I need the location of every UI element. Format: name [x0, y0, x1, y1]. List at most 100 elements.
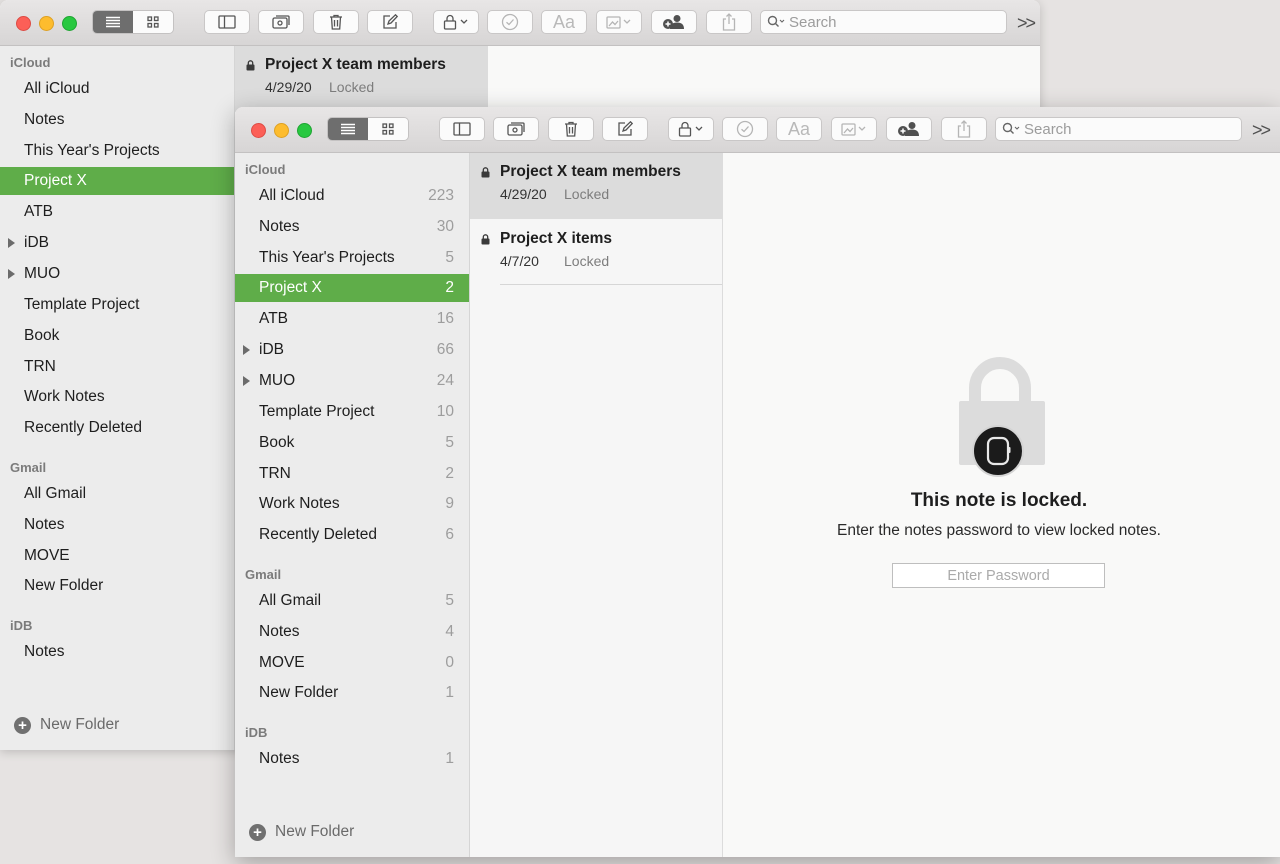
- more-toolbar-items-icon[interactable]: >>: [1252, 120, 1271, 141]
- sidebar-item-atb[interactable]: ATB 16: [235, 305, 469, 333]
- compose-icon: [618, 121, 633, 136]
- sidebar-item-move[interactable]: MOVE 0: [235, 649, 469, 677]
- sidebar-item-idb-notes[interactable]: Notes: [0, 638, 234, 666]
- new-folder-button[interactable]: + New Folder: [249, 823, 354, 841]
- list-item[interactable]: Project X team members 4/29/20 Locked: [235, 46, 487, 112]
- list-view-button[interactable]: [328, 118, 368, 140]
- sidebar-item-all-gmail[interactable]: All Gmail 5: [235, 587, 469, 615]
- sidebar-item-project-x[interactable]: Project X: [0, 167, 234, 195]
- folder-count: 30: [436, 218, 454, 235]
- sidebar-item-all-icloud[interactable]: All iCloud: [0, 75, 234, 103]
- sidebar-item-this-years-projects[interactable]: This Year's Projects 5: [235, 244, 469, 272]
- sidebar-item-template-project[interactable]: Template Project: [0, 291, 234, 319]
- plus-icon: +: [249, 823, 266, 841]
- checklist-button[interactable]: [722, 117, 768, 141]
- add-people-button[interactable]: [886, 117, 932, 141]
- sidebar-item-atb[interactable]: ATB: [0, 198, 234, 226]
- media-menu-button[interactable]: [596, 10, 642, 34]
- disclosure-triangle-icon[interactable]: [243, 376, 250, 386]
- new-note-button[interactable]: [367, 10, 413, 34]
- sidebar-item-idb[interactable]: iDB: [0, 229, 234, 257]
- sidebar-item-recently-deleted[interactable]: Recently Deleted: [0, 414, 234, 442]
- password-input[interactable]: [892, 563, 1105, 588]
- sidebar-item-work-notes[interactable]: Work Notes 9: [235, 490, 469, 518]
- delete-button[interactable]: [313, 10, 359, 34]
- sidebar-item-muo[interactable]: MUO 24: [235, 367, 469, 395]
- list-item[interactable]: Project X items 4/7/20 Locked: [470, 220, 722, 286]
- more-toolbar-items-icon[interactable]: >>: [1017, 13, 1036, 34]
- checklist-button[interactable]: [487, 10, 533, 34]
- sidebar-item-all-gmail[interactable]: All Gmail: [0, 480, 234, 508]
- sidebar-item-idb-notes[interactable]: Notes 1: [235, 745, 469, 773]
- search-input[interactable]: [785, 13, 979, 31]
- attachments-button[interactable]: [258, 10, 304, 34]
- folders-sidebar: iCloud All iCloud Notes This Year's Proj…: [0, 46, 235, 750]
- plus-icon: +: [14, 716, 31, 734]
- sidebar-item-notes[interactable]: Notes 30: [235, 213, 469, 241]
- search-field[interactable]: [995, 117, 1242, 141]
- sidebar-item-muo[interactable]: MUO: [0, 260, 234, 288]
- folder-count: 10: [436, 403, 454, 420]
- search-field[interactable]: [760, 10, 1007, 34]
- add-people-icon: [663, 15, 684, 29]
- sidebar-item-work-notes[interactable]: Work Notes: [0, 383, 234, 411]
- close-window-button[interactable]: [251, 123, 266, 138]
- sidebar-item-book[interactable]: Book: [0, 322, 234, 350]
- lock-icon: [246, 60, 255, 71]
- new-note-button[interactable]: [602, 117, 648, 141]
- delete-button[interactable]: [548, 117, 594, 141]
- sidebar-item-book[interactable]: Book 5: [235, 429, 469, 457]
- toggle-sidebar-button[interactable]: [204, 10, 250, 34]
- checklist-icon: [736, 120, 754, 138]
- sidebar-item-this-years-projects[interactable]: This Year's Projects: [0, 137, 234, 165]
- folder-count: 6: [445, 526, 454, 543]
- disclosure-triangle-icon[interactable]: [8, 238, 15, 248]
- attachments-button[interactable]: [493, 117, 539, 141]
- zoom-window-button[interactable]: [62, 16, 77, 31]
- sidebar-icon: [218, 15, 236, 29]
- lock-menu-button[interactable]: [668, 117, 714, 141]
- minimize-window-button[interactable]: [274, 123, 289, 138]
- search-input[interactable]: [1020, 120, 1214, 138]
- media-menu-button[interactable]: [831, 117, 877, 141]
- list-item[interactable]: Project X team members 4/29/20 Locked: [470, 153, 722, 219]
- sidebar-item-all-icloud[interactable]: All iCloud 223: [235, 182, 469, 210]
- share-button[interactable]: [706, 10, 752, 34]
- list-view-button[interactable]: [93, 11, 133, 33]
- text-format-icon: Aa: [552, 11, 576, 32]
- minimize-window-button[interactable]: [39, 16, 54, 31]
- folder-count: 5: [445, 592, 454, 609]
- note-detail-pane: This note is locked. Enter the notes pas…: [723, 153, 1280, 857]
- folder-count: 24: [436, 372, 454, 389]
- add-people-button[interactable]: [651, 10, 697, 34]
- notes-window-foreground[interactable]: Aa >> iCloud All iCloud223 Notes30 This …: [235, 107, 1280, 857]
- sidebar-item-idb[interactable]: iDB 66: [235, 336, 469, 364]
- format-text-button[interactable]: Aa: [776, 117, 822, 141]
- folder-count: 2: [445, 465, 454, 482]
- checklist-icon: [501, 13, 519, 31]
- gallery-view-button[interactable]: [368, 118, 408, 140]
- sidebar-item-project-x[interactable]: Project X2: [235, 274, 469, 302]
- share-button[interactable]: [941, 117, 987, 141]
- sidebar-item-recently-deleted[interactable]: Recently Deleted 6: [235, 521, 469, 549]
- disclosure-triangle-icon[interactable]: [243, 345, 250, 355]
- sidebar-item-new-folder[interactable]: New Folder 1: [235, 679, 469, 707]
- sidebar-item-move[interactable]: MOVE: [0, 542, 234, 570]
- close-window-button[interactable]: [16, 16, 31, 31]
- sidebar-item-template-project[interactable]: Template Project 10: [235, 398, 469, 426]
- zoom-window-button[interactable]: [297, 123, 312, 138]
- view-mode-segmented-control: [327, 117, 409, 141]
- disclosure-triangle-icon[interactable]: [8, 269, 15, 279]
- sidebar-item-gmail-notes[interactable]: Notes 4: [235, 618, 469, 646]
- sidebar-item-gmail-notes[interactable]: Notes: [0, 511, 234, 539]
- sidebar-item-new-folder[interactable]: New Folder: [0, 572, 234, 600]
- lock-menu-button[interactable]: [433, 10, 479, 34]
- sidebar-item-trn[interactable]: TRN: [0, 353, 234, 381]
- new-folder-button[interactable]: + New Folder: [14, 716, 119, 734]
- gallery-view-button[interactable]: [133, 11, 173, 33]
- format-text-button[interactable]: Aa: [541, 10, 587, 34]
- sidebar-item-trn[interactable]: TRN 2: [235, 460, 469, 488]
- sidebar-icon: [453, 122, 471, 136]
- sidebar-item-notes[interactable]: Notes: [0, 106, 234, 134]
- toggle-sidebar-button[interactable]: [439, 117, 485, 141]
